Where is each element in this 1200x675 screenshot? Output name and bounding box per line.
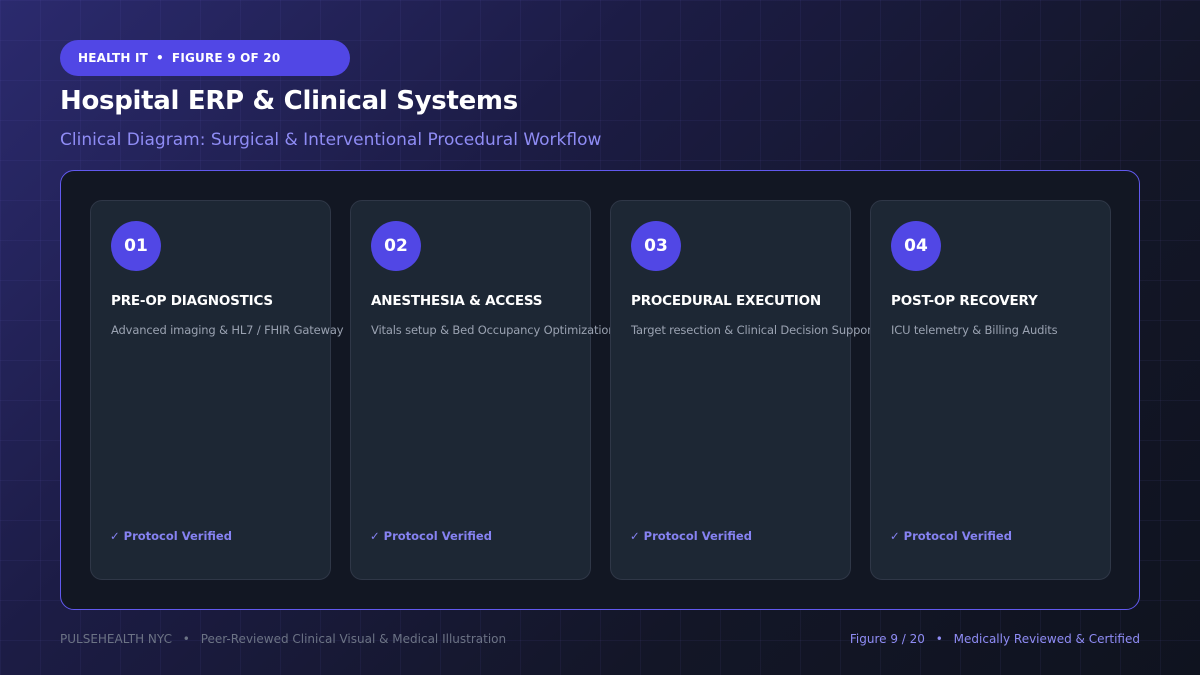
step-number-badge: 01 bbox=[111, 221, 161, 271]
step-number-badge: 03 bbox=[631, 221, 681, 271]
step-title: PRE-OP DIAGNOSTICS bbox=[111, 293, 273, 309]
footer-credit: PULSEHEALTH NYC • Peer-Reviewed Clinical… bbox=[60, 632, 506, 646]
step-description: Target resection & Clinical Decision Sup… bbox=[631, 323, 877, 337]
step-card-pre-op: 01 PRE-OP DIAGNOSTICS Advanced imaging &… bbox=[90, 200, 344, 580]
step-description: ICU telemetry & Billing Audits bbox=[891, 323, 1058, 337]
footer-tagline: Peer-Reviewed Clinical Visual & Medical … bbox=[200, 632, 507, 646]
pill-separator: • bbox=[156, 51, 164, 65]
category-pill: HEALTH IT • FIGURE 9 OF 20 bbox=[60, 40, 350, 76]
step-title: PROCEDURAL EXECUTION bbox=[631, 293, 821, 309]
step-description: Advanced imaging & HL7 / FHIR Gateway bbox=[111, 323, 344, 337]
step-description: Vitals setup & Bed Occupancy Optimizatio… bbox=[371, 323, 616, 337]
step-title: ANESTHESIA & ACCESS bbox=[371, 293, 543, 309]
workflow-panel: 01 PRE-OP DIAGNOSTICS Advanced imaging &… bbox=[60, 170, 1140, 610]
footer-figure-info: Figure 9 / 20 • Medically Reviewed & Cer… bbox=[850, 632, 1140, 646]
footer-figure-index: Figure 9 / 20 bbox=[849, 632, 925, 646]
step-status: ✓ Protocol Verified bbox=[110, 529, 232, 543]
step-number-badge: 02 bbox=[371, 221, 421, 271]
step-status: ✓ Protocol Verified bbox=[370, 529, 492, 543]
step-status: ✓ Protocol Verified bbox=[890, 529, 1012, 543]
step-card-post-op: 04 POST-OP RECOVERY ICU telemetry & Bill… bbox=[870, 200, 1111, 580]
step-card-anesthesia: 02 ANESTHESIA & ACCESS Vitals setup & Be… bbox=[350, 200, 616, 580]
footer-separator: • bbox=[182, 632, 190, 646]
page-title: Hospital ERP & Clinical Systems bbox=[60, 86, 518, 116]
step-number-badge: 04 bbox=[891, 221, 941, 271]
step-title: POST-OP RECOVERY bbox=[891, 293, 1038, 309]
step-card-procedural: 03 PROCEDURAL EXECUTION Target resection… bbox=[610, 200, 876, 580]
category-label: HEALTH IT bbox=[78, 51, 149, 65]
footer-certification: Medically Reviewed & Certified bbox=[953, 632, 1140, 646]
step-status: ✓ Protocol Verified bbox=[630, 529, 752, 543]
footer-separator: • bbox=[935, 632, 943, 646]
page-subtitle: Clinical Diagram: Surgical & Interventio… bbox=[60, 130, 602, 150]
footer-brand: PULSEHEALTH NYC bbox=[60, 632, 172, 646]
figure-label: FIGURE 9 OF 20 bbox=[171, 51, 281, 65]
